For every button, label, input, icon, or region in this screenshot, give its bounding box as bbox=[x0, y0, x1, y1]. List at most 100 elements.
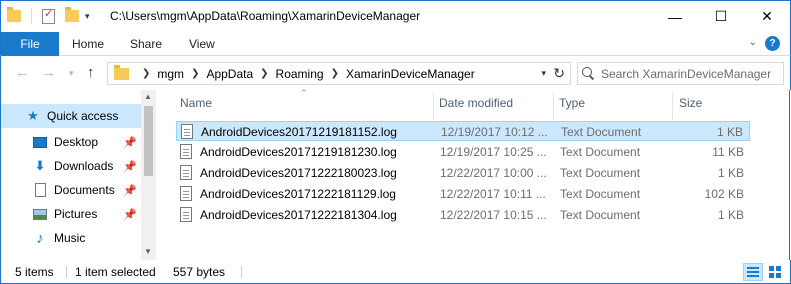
music-icon: ♪ bbox=[36, 229, 44, 247]
recent-locations-icon[interactable]: ▾ bbox=[69, 68, 74, 79]
pin-icon[interactable]: 📌 bbox=[123, 208, 137, 221]
file-date: 12/22/2017 10:15 ... bbox=[440, 208, 547, 222]
file-name: AndroidDevices20171222181304.log bbox=[200, 208, 397, 222]
text-file-icon bbox=[180, 165, 192, 180]
sidebar-item-music[interactable]: ♪ Music bbox=[1, 226, 141, 250]
breadcrumb-appdata[interactable]: AppData bbox=[206, 67, 253, 81]
title-bar: ▾ C:\Users\mgm\AppData\Roaming\XamarinDe… bbox=[0, 0, 791, 32]
search-input[interactable]: Search XamarinDeviceManager bbox=[577, 62, 784, 85]
new-folder-icon[interactable] bbox=[65, 7, 79, 22]
column-divider[interactable] bbox=[433, 92, 434, 120]
file-date: 12/22/2017 10:11 ... bbox=[440, 187, 546, 201]
large-icons-view-button[interactable] bbox=[765, 263, 785, 281]
search-placeholder: Search XamarinDeviceManager bbox=[601, 66, 772, 81]
search-icon bbox=[582, 67, 595, 80]
file-row[interactable]: AndroidDevices20171222180023.log 12/22/2… bbox=[176, 163, 750, 183]
file-size: 1 KB bbox=[717, 166, 744, 180]
forward-arrow-icon[interactable]: → bbox=[41, 64, 56, 81]
properties-icon[interactable] bbox=[42, 7, 55, 24]
folder-icon[interactable] bbox=[7, 7, 21, 22]
file-type: Text Document bbox=[560, 145, 641, 159]
tab-view[interactable]: View bbox=[189, 37, 215, 51]
status-divider bbox=[66, 266, 67, 278]
file-size: 11 KB bbox=[712, 145, 744, 159]
sidebar-item-desktop[interactable]: Desktop 📌 bbox=[1, 130, 141, 154]
text-file-icon bbox=[181, 124, 193, 139]
sidebar-item-label: Desktop bbox=[54, 135, 99, 149]
sidebar-item-documents[interactable]: Documents 📌 bbox=[1, 178, 141, 202]
breadcrumb-chevron-icon[interactable]: ❯ bbox=[260, 68, 268, 79]
chevron-down-icon[interactable]: ⌄ bbox=[749, 37, 757, 48]
window-controls: — ☐ ✕ bbox=[652, 1, 790, 32]
breadcrumb-mgm[interactable]: mgm bbox=[157, 67, 184, 81]
scrollbar-thumb[interactable] bbox=[144, 106, 153, 176]
file-type: Text Document bbox=[560, 187, 641, 201]
status-selection: 1 item selected bbox=[75, 265, 156, 279]
ribbon-tabs: File Home Share View ⌄ ? bbox=[0, 32, 791, 56]
pin-icon[interactable]: 📌 bbox=[123, 184, 137, 197]
breadcrumb-chevron-icon[interactable]: ❯ bbox=[331, 68, 339, 79]
breadcrumb-chevron-icon[interactable]: ❯ bbox=[142, 68, 150, 79]
file-name: AndroidDevices20171222181129.log bbox=[200, 187, 396, 201]
breadcrumb-xamarindevicemanager[interactable]: XamarinDeviceManager bbox=[346, 67, 475, 81]
folder-icon bbox=[114, 64, 129, 80]
file-list: ⌃ Name Date modified Type Size AndroidDe… bbox=[156, 88, 790, 260]
column-header-size[interactable]: Size bbox=[679, 96, 702, 110]
star-icon: ★ bbox=[27, 108, 39, 123]
toolbar-divider bbox=[31, 8, 32, 24]
file-size: 1 KB bbox=[716, 125, 743, 139]
minimize-button[interactable]: — bbox=[652, 1, 698, 32]
column-header-name[interactable]: Name bbox=[180, 96, 212, 110]
address-bar[interactable]: ❯ mgm ❯ AppData ❯ Roaming ❯ XamarinDevic… bbox=[107, 62, 571, 85]
sidebar-item-label: Pictures bbox=[54, 207, 98, 221]
file-row[interactable]: AndroidDevices20171222181129.log 12/22/2… bbox=[176, 184, 750, 204]
breadcrumb-chevron-icon[interactable]: ❯ bbox=[191, 68, 199, 79]
refresh-icon[interactable]: ↻ bbox=[553, 65, 565, 82]
file-date: 12/22/2017 10:00 ... bbox=[440, 166, 547, 180]
file-row[interactable]: AndroidDevices20171219181152.log 12/19/2… bbox=[176, 121, 750, 141]
tab-share[interactable]: Share bbox=[130, 37, 162, 51]
back-arrow-icon[interactable]: ← bbox=[15, 64, 30, 81]
status-divider bbox=[241, 266, 242, 278]
column-divider[interactable] bbox=[672, 92, 673, 120]
customize-toolbar-icon[interactable]: ▾ bbox=[85, 11, 90, 22]
navigation-pane: ★ Quick access Desktop 📌 ⬇ Downloads 📌 D… bbox=[0, 90, 156, 260]
file-name: AndroidDevices20171219181152.log bbox=[201, 125, 397, 139]
file-size: 1 KB bbox=[717, 208, 744, 222]
close-button[interactable]: ✕ bbox=[744, 1, 790, 32]
column-header-type[interactable]: Type bbox=[559, 96, 585, 110]
scroll-up-icon[interactable]: ▲ bbox=[144, 92, 152, 101]
column-divider[interactable] bbox=[553, 92, 554, 120]
text-file-icon bbox=[180, 207, 192, 222]
file-type: Text Document bbox=[560, 208, 641, 222]
up-arrow-icon[interactable]: ↑ bbox=[87, 64, 95, 81]
file-name: AndroidDevices20171219181230.log bbox=[200, 145, 397, 159]
sidebar-item-pictures[interactable]: Pictures 📌 bbox=[1, 202, 141, 226]
file-type: Text Document bbox=[560, 166, 641, 180]
sidebar-item-label: Quick access bbox=[47, 109, 119, 123]
details-view-button[interactable] bbox=[743, 263, 763, 281]
maximize-button[interactable]: ☐ bbox=[698, 1, 744, 32]
sidebar-item-quick-access[interactable]: ★ Quick access bbox=[1, 104, 141, 128]
help-button[interactable]: ? bbox=[765, 36, 780, 51]
breadcrumb-roaming[interactable]: Roaming bbox=[276, 67, 324, 81]
pictures-icon bbox=[32, 206, 48, 222]
text-file-icon bbox=[180, 144, 192, 159]
file-date: 12/19/2017 10:25 ... bbox=[440, 145, 547, 159]
sort-ascending-icon: ⌃ bbox=[300, 88, 308, 98]
file-row[interactable]: AndroidDevices20171222181304.log 12/22/2… bbox=[176, 205, 750, 225]
quick-access-toolbar: ▾ bbox=[7, 7, 90, 24]
column-header-date[interactable]: Date modified bbox=[439, 96, 513, 110]
documents-icon bbox=[32, 182, 48, 198]
address-history-icon[interactable]: ▾ bbox=[541, 68, 546, 79]
tab-file[interactable]: File bbox=[1, 32, 59, 56]
navigation-bar: ← → ▾ ↑ ❯ mgm ❯ AppData ❯ Roaming ❯ Xama… bbox=[0, 56, 791, 90]
tab-home[interactable]: Home bbox=[72, 37, 104, 51]
sidebar-scrollbar[interactable]: ▲ ▼ bbox=[141, 90, 156, 260]
file-row[interactable]: AndroidDevices20171219181230.log 12/19/2… bbox=[176, 142, 750, 162]
pin-icon[interactable]: 📌 bbox=[123, 160, 137, 173]
text-file-icon bbox=[180, 186, 192, 201]
sidebar-item-downloads[interactable]: ⬇ Downloads 📌 bbox=[1, 154, 141, 178]
pin-icon[interactable]: 📌 bbox=[123, 136, 137, 149]
scroll-down-icon[interactable]: ▼ bbox=[144, 247, 152, 256]
